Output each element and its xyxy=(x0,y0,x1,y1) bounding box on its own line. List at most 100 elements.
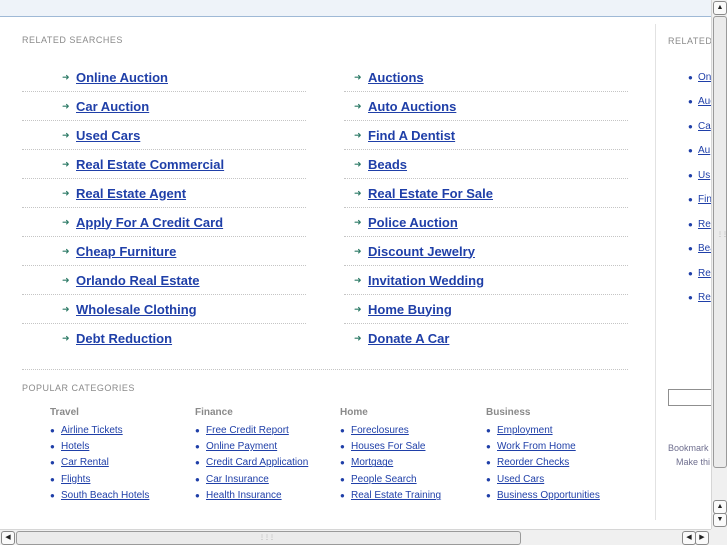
category-item: ● South Beach Hotels xyxy=(50,488,190,504)
right-arrow-icon: ➜ xyxy=(354,158,362,169)
category-link[interactable]: Car Rental xyxy=(61,457,109,468)
related-search-link[interactable]: Used Cars xyxy=(76,128,140,143)
related-search-link[interactable]: Real Estate For Sale xyxy=(368,186,493,201)
sidebar-link[interactable]: Re xyxy=(698,292,711,303)
category-link[interactable]: South Beach Hotels xyxy=(61,490,149,501)
sidebar-link[interactable]: Re xyxy=(698,219,711,230)
bullet-icon: ● xyxy=(486,474,491,484)
category-link[interactable]: Real Estate Training xyxy=(351,490,441,501)
related-search-link[interactable]: Apply For A Credit Card xyxy=(76,215,223,230)
bullet-icon: ● xyxy=(688,293,693,302)
right-arrow-icon: ➜ xyxy=(62,71,70,82)
sidebar-link[interactable]: Ca xyxy=(698,121,711,132)
make-homepage-text[interactable]: Make thi xyxy=(676,457,710,467)
related-search-link[interactable]: Real Estate Agent xyxy=(76,186,186,201)
horizontal-scroll-thumb[interactable]: ⋮⋮⋮ xyxy=(16,531,521,545)
left-triangle-icon[interactable]: ◀ xyxy=(682,531,696,545)
related-search-link[interactable]: Wholesale Clothing xyxy=(76,302,197,317)
sidebar-link[interactable]: Re xyxy=(698,268,711,279)
related-search-link[interactable]: Auto Auctions xyxy=(368,99,456,114)
right-arrow-icon: ➜ xyxy=(62,100,70,111)
category-link[interactable]: Business Opportunities xyxy=(497,490,600,501)
sidebar-link[interactable]: Au xyxy=(698,145,710,156)
sidebar-item: ● Re xyxy=(688,292,711,303)
bullet-icon: ● xyxy=(688,220,693,229)
category-item: ● Real Estate Training xyxy=(340,488,480,504)
related-search-link[interactable]: Discount Jewelry xyxy=(368,244,475,259)
related-searches-left-column: ➜ Online Auction ➜ Car Auction ➜ Used Cars … xyxy=(22,63,306,353)
category-link[interactable]: Free Credit Report xyxy=(206,425,289,436)
related-search-item: ➜ Beads xyxy=(344,150,628,179)
left-triangle-icon[interactable]: ◀ xyxy=(1,531,15,545)
vertical-scrollbar[interactable]: ▲ ⋮⋮ ▲ ▼ xyxy=(711,0,727,529)
related-search-item: ➜ Auctions xyxy=(344,63,628,92)
category-link[interactable]: People Search xyxy=(351,474,417,485)
related-search-link[interactable]: Police Auction xyxy=(368,215,458,230)
category-link[interactable]: Online Payment xyxy=(206,441,277,452)
related-search-link[interactable]: Debt Reduction xyxy=(76,331,172,346)
bullet-icon: ● xyxy=(486,491,491,501)
category-link[interactable]: Flights xyxy=(61,474,90,485)
related-search-link[interactable]: Invitation Wedding xyxy=(368,273,484,288)
sidebar-item: ● Onl xyxy=(688,72,711,83)
sidebar-link[interactable]: Bea xyxy=(698,243,711,254)
down-triangle-icon[interactable]: ▼ xyxy=(713,513,727,527)
related-search-link[interactable]: Car Auction xyxy=(76,99,149,114)
category-link[interactable]: Used Cars xyxy=(497,474,544,485)
right-triangle-icon[interactable]: ▶ xyxy=(695,531,709,545)
category-link[interactable]: Car Insurance xyxy=(206,474,269,485)
category-link[interactable]: Airline Tickets xyxy=(61,425,123,436)
category-link[interactable]: Employment xyxy=(497,425,553,436)
right-arrow-icon: ➜ xyxy=(354,333,362,343)
related-search-link[interactable]: Cheap Furniture xyxy=(76,244,176,259)
category-link[interactable]: Reorder Checks xyxy=(497,457,569,468)
related-search-item: ➜ Debt Reduction xyxy=(22,324,306,353)
bookmark-text[interactable]: Bookmark xyxy=(668,443,709,453)
category-link[interactable]: Hotels xyxy=(61,441,89,452)
related-search-link[interactable]: Orlando Real Estate xyxy=(76,273,200,288)
up-triangle-icon[interactable]: ▲ xyxy=(713,500,727,514)
category-link[interactable]: Houses For Sale xyxy=(351,441,425,452)
bullet-icon: ● xyxy=(688,146,693,155)
related-search-item: ➜ Donate A Car xyxy=(344,324,628,353)
related-search-link[interactable]: Beads xyxy=(368,157,407,172)
top-bar xyxy=(0,0,711,17)
sidebar-search-input[interactable] xyxy=(668,389,711,406)
related-search-item: ➜ Cheap Furniture xyxy=(22,237,306,266)
vertical-scroll-thumb[interactable]: ⋮⋮ xyxy=(713,16,727,468)
bullet-icon: ● xyxy=(688,122,693,131)
category-item: ● People Search xyxy=(340,471,480,487)
category-item: ● Reorder Checks xyxy=(486,455,626,471)
grip-icon: ⋮⋮⋮ xyxy=(259,535,275,541)
category-link[interactable]: Health Insurance xyxy=(206,490,282,501)
category-item: ● Credit Card Application xyxy=(195,455,335,471)
up-triangle-icon[interactable]: ▲ xyxy=(713,1,727,15)
bullet-icon: ● xyxy=(195,474,200,484)
category-heading: Home xyxy=(340,407,368,418)
sidebar-link[interactable]: Auc xyxy=(698,96,711,107)
related-search-item: ➜ Used Cars xyxy=(22,121,306,150)
sidebar-link[interactable]: Us xyxy=(698,170,710,181)
bullet-icon: ● xyxy=(688,171,693,180)
related-search-link[interactable]: Online Auction xyxy=(76,70,168,85)
related-search-item: ➜ Orlando Real Estate xyxy=(22,266,306,295)
sidebar-link[interactable]: Fin xyxy=(698,194,711,205)
bullet-icon: ● xyxy=(688,244,693,253)
category-column-home: Home ● Foreclosures ● Houses For Sale ● Mor… xyxy=(340,407,480,504)
related-searches-right-column: ➜ Auctions ➜ Auto Auctions ➜ Find A Dentist… xyxy=(344,63,628,353)
related-search-link[interactable]: Auctions xyxy=(368,70,424,85)
related-search-link[interactable]: Donate A Car xyxy=(368,331,449,346)
category-link[interactable]: Work From Home xyxy=(497,441,576,452)
related-search-link[interactable]: Home Buying xyxy=(368,302,452,317)
horizontal-scrollbar[interactable]: ◀ ⋮⋮⋮ ◀ ▶ xyxy=(0,529,711,545)
related-search-link[interactable]: Find A Dentist xyxy=(368,128,455,143)
sidebar-item: ● Auc xyxy=(688,96,711,107)
related-search-link[interactable]: Real Estate Commercial xyxy=(76,157,224,172)
category-link[interactable]: Foreclosures xyxy=(351,425,409,436)
related-search-item: ➜ Real Estate Agent xyxy=(22,179,306,208)
sidebar-link[interactable]: Onl xyxy=(698,72,711,83)
related-search-item: ➜ Invitation Wedding xyxy=(344,266,628,295)
category-link[interactable]: Credit Card Application xyxy=(206,457,308,468)
bullet-icon: ● xyxy=(340,442,345,452)
category-link[interactable]: Mortgage xyxy=(351,457,393,468)
